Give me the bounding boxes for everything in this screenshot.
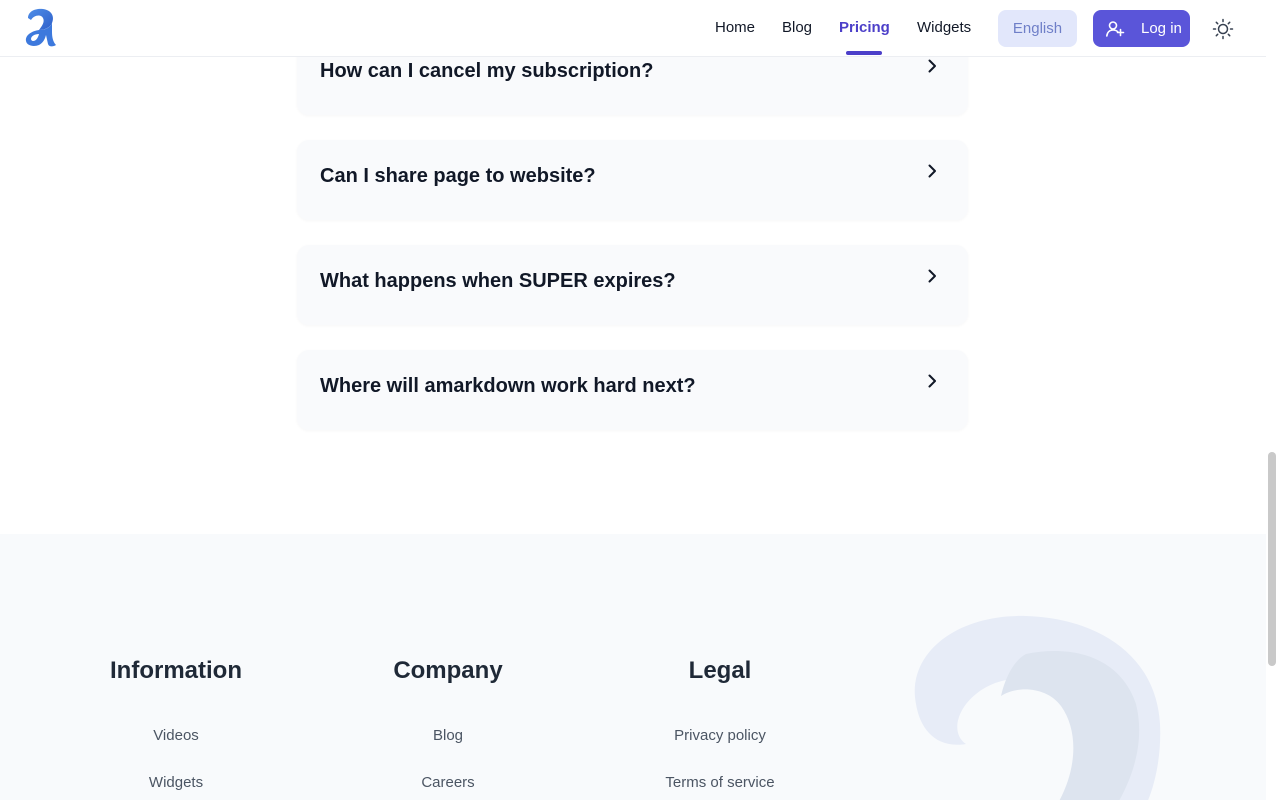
active-nav-indicator [846,51,882,55]
footer-link-terms-of-service[interactable]: Terms of service [590,774,850,791]
chevron-right-icon [928,269,936,283]
login-button[interactable]: Log in [1093,10,1190,47]
user-plus-icon [1106,20,1125,37]
theme-toggle[interactable] [1210,16,1236,42]
footer-heading: Company [393,657,503,684]
amarkdown-logo-icon[interactable] [22,8,58,48]
amarkdown-watermark-icon [914,615,1161,800]
nav-home[interactable]: Home [715,19,755,36]
faq-question: Can I share page to website? [320,165,596,187]
nav-blog[interactable]: Blog [782,19,812,36]
nav-pricing[interactable]: Pricing [839,19,890,36]
faq-question: Where will amarkdown work hard next? [320,375,696,397]
chevron-right-icon [928,59,936,73]
page-scrollbar-track[interactable] [1266,0,1280,800]
footer-link-privacy-policy[interactable]: Privacy policy [590,727,850,744]
chevron-right-icon [928,164,936,178]
faq-question: What happens when SUPER expires? [320,270,676,292]
sun-icon [1212,18,1234,40]
top-navigation-bar: Home Blog Pricing Widgets English Log in [0,0,1266,57]
chevron-right-icon [928,374,936,388]
footer-heading: Legal [688,657,752,684]
faq-item[interactable]: What happens when SUPER expires? [297,245,968,325]
language-label: English [1012,20,1063,37]
footer-link-widgets[interactable]: Widgets [46,774,306,791]
footer-link-careers[interactable]: Careers [318,774,578,791]
page-scrollbar-thumb[interactable] [1268,452,1276,666]
footer: Information Videos Widgets Company Blog … [0,534,1266,800]
faq-question: How can I cancel my subscription? [320,60,654,82]
faq-item[interactable]: Where will amarkdown work hard next? [297,350,968,430]
footer-link-blog[interactable]: Blog [318,727,578,744]
footer-heading: Information [110,657,242,684]
faq-item[interactable]: Can I share page to website? [297,140,968,220]
footer-link-videos[interactable]: Videos [46,727,306,744]
login-label: Log in [1141,20,1182,37]
nav-widgets[interactable]: Widgets [917,19,971,36]
language-button[interactable]: English [998,10,1077,47]
